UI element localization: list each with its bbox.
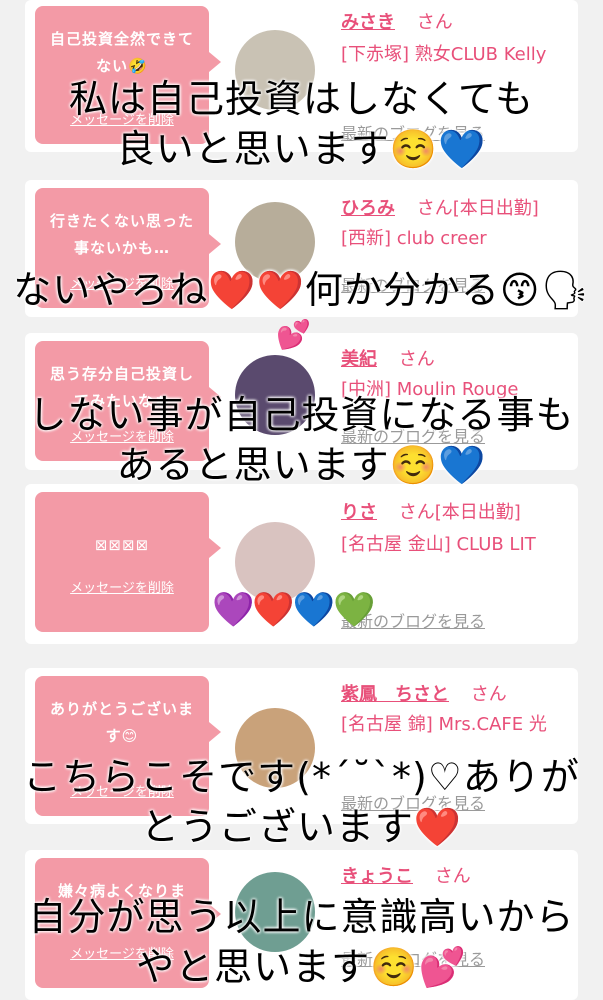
- shop-name: [西新] club creer: [341, 228, 487, 249]
- overlay-line: ないやろね❤️❤️何か分かる😙🗣: [13, 268, 590, 312]
- heart-emoji-row: 💜❤️💙💚: [212, 590, 375, 630]
- message-text: ありがとうございます😊: [49, 700, 194, 745]
- overlay-line: 良いと思います☺️💙: [116, 127, 487, 171]
- cast-name-link[interactable]: 紫鳳 ちさと: [341, 684, 449, 705]
- message-bubble: ⊠⊠⊠⊠ メッセージを削除: [35, 492, 221, 632]
- overlay-caption-2: ないやろね❤️❤️何か分かる😙🗣: [0, 265, 603, 315]
- overlay-caption-5: こちらこそです(*´˘`*)♡ありが とうございます❤️: [0, 752, 603, 852]
- cast-name-link[interactable]: みさき: [341, 12, 395, 33]
- overlay-line: あると思います☺️💙: [116, 443, 487, 487]
- overlay-caption-3: しない事が自己投資になる事も あると思います☺️💙: [0, 390, 603, 490]
- cast-name-link[interactable]: りさ: [341, 502, 377, 523]
- sparkle-heart-icon: 💕: [276, 318, 311, 351]
- honorific: さん[本日出勤]: [398, 502, 521, 523]
- overlay-line: とうございます❤️: [140, 805, 463, 849]
- honorific: さん: [398, 349, 435, 370]
- delete-message-link[interactable]: メッセージを削除: [35, 577, 209, 596]
- honorific: さん[本日出勤]: [416, 198, 539, 219]
- message-text: 自己投資全然できてない🤣: [49, 30, 194, 75]
- overlay-line: 自分が思う以上に意識高いから: [28, 895, 575, 939]
- honorific: さん: [434, 866, 471, 887]
- cast-name-link[interactable]: 美紀: [341, 349, 377, 370]
- shop-name: [名古屋 金山] CLUB LIT: [341, 534, 536, 555]
- overlay-line: こちらこそです(*´˘`*)♡ありが: [23, 755, 580, 799]
- shop-name: [名古屋 錦] Mrs.CAFE 光: [341, 714, 547, 735]
- cast-name-link[interactable]: きょうこ: [341, 866, 413, 887]
- shop-name: [下赤塚] 熟女CLUB Kelly: [341, 44, 547, 65]
- message-text: ⊠⊠⊠⊠: [94, 536, 150, 554]
- overlay-caption-6: 自分が思う以上に意識高いから やと思います☺️💕: [0, 892, 603, 992]
- overlay-line: 私は自己投資はしなくても: [69, 77, 534, 121]
- message-text: 行きたくない思った事ないかも…: [49, 212, 194, 257]
- overlay-line: やと思います☺️💕: [136, 945, 467, 989]
- honorific: さん: [416, 12, 453, 33]
- overlay-caption-1: 私は自己投資はしなくても 良いと思います☺️💙: [0, 74, 603, 174]
- honorific: さん: [470, 684, 507, 705]
- overlay-line: しない事が自己投資になる事も: [28, 393, 575, 437]
- cast-name-link[interactable]: ひろみ: [341, 198, 395, 219]
